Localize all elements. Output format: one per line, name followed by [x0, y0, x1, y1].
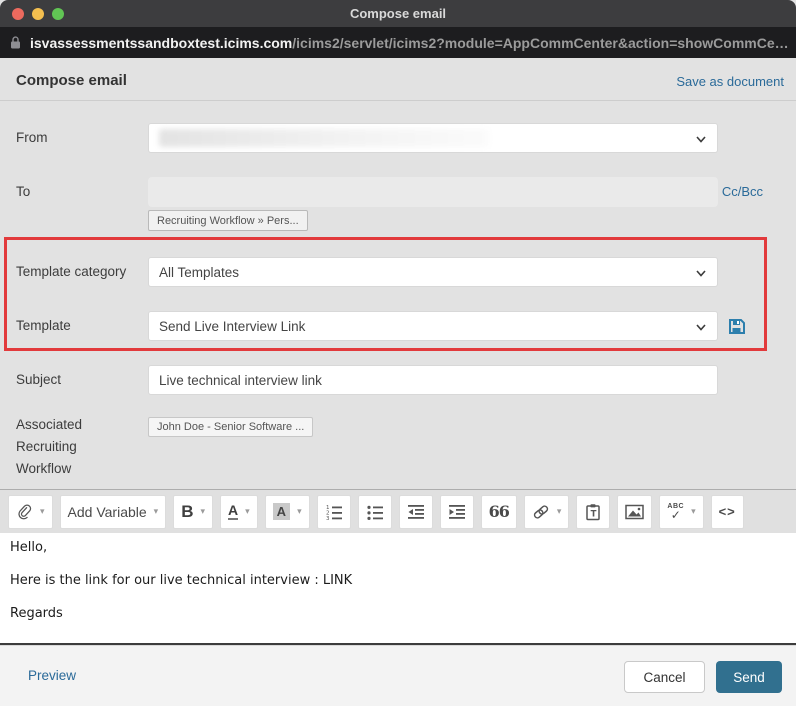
window-titlebar: Compose email: [0, 0, 796, 27]
to-label: To: [16, 184, 31, 199]
insert-image-button[interactable]: [617, 494, 653, 529]
outdent-icon: [407, 504, 424, 519]
dropdown-caret-icon: ▾: [691, 506, 696, 516]
workflow-chip[interactable]: John Doe - Senior Software ...: [148, 417, 314, 437]
bullet-list-icon: [366, 505, 383, 520]
dropdown-caret-icon: ▾: [153, 506, 159, 516]
to-recipient-chip[interactable]: Recruiting Workflow » Pers...: [148, 210, 308, 231]
blockquote-button[interactable]: 66: [480, 494, 517, 529]
subject-label: Subject: [16, 372, 62, 387]
url-path: /icims2/servlet/icims2?module=AppCommCen…: [292, 34, 789, 51]
add-variable-button[interactable]: Add Variable ▾: [59, 494, 167, 529]
workflow-label: Associated Recruiting Workflow: [16, 417, 83, 476]
rte-toolbar: ▾ Add Variable ▾ B ▾ A ▾ A ▾ 1 2 3 66 ▾ …: [0, 489, 796, 533]
paperclip-icon: [18, 503, 32, 519]
dropdown-caret-icon: ▾: [556, 506, 562, 516]
zoom-window-icon[interactable]: [52, 8, 64, 20]
bold-button[interactable]: B ▾: [173, 494, 214, 529]
subject-input[interactable]: [148, 365, 718, 395]
paste-as-text-icon: T: [586, 503, 601, 520]
cancel-button[interactable]: Cancel: [624, 661, 705, 693]
traffic-light-buttons[interactable]: [12, 8, 64, 20]
body-line: Hello,: [10, 540, 48, 555]
preview-link[interactable]: Preview: [28, 668, 76, 683]
template-select[interactable]: Send Live Interview Link: [148, 311, 718, 341]
close-window-icon[interactable]: [12, 8, 24, 20]
body-line: Regards: [10, 606, 63, 621]
template-category-select[interactable]: All Templates: [148, 257, 718, 287]
spellcheck-button[interactable]: ABC ✓ ▾: [659, 494, 704, 529]
body-line: Here is the link for our live technical …: [10, 573, 353, 588]
url-domain: isvassessmentssandboxtest.icims.com: [30, 34, 293, 51]
email-body-editor[interactable]: Hello, Here is the link for our live tec…: [0, 533, 796, 643]
from-select[interactable]: [148, 123, 718, 153]
to-input[interactable]: [148, 177, 718, 207]
chevron-down-icon: [696, 270, 706, 277]
footer-bar: Preview Cancel Send: [0, 645, 796, 706]
dropdown-caret-icon: ▾: [40, 506, 45, 516]
cc-bcc-link[interactable]: Cc/Bcc: [722, 177, 763, 207]
spellcheck-icon: ABC ✓: [667, 502, 685, 522]
template-category-value: All Templates: [159, 264, 240, 280]
dropdown-caret-icon: ▾: [245, 506, 250, 516]
insert-link-button[interactable]: ▾: [523, 494, 570, 529]
outdent-button[interactable]: [398, 494, 433, 529]
link-icon: [533, 504, 549, 519]
source-code-button[interactable]: <>: [710, 494, 744, 529]
from-value-redacted: [159, 129, 489, 147]
font-color-button[interactable]: A ▾: [220, 494, 258, 529]
paste-as-text-button[interactable]: T: [576, 494, 611, 529]
template-category-label: Template category: [16, 264, 127, 279]
svg-text:3: 3: [326, 516, 330, 520]
indent-button[interactable]: [439, 494, 474, 529]
chevron-down-icon: [696, 324, 706, 331]
dropdown-caret-icon: ▾: [200, 506, 206, 516]
url-bar[interactable]: isvassessmentssandboxtest.icims.com/icim…: [0, 27, 796, 58]
chevron-down-icon: [696, 136, 706, 143]
highlight-color-button[interactable]: A ▾: [264, 494, 310, 529]
indent-icon: [448, 504, 465, 519]
code-icon: <>: [718, 504, 736, 519]
page-title: Compose email: [16, 72, 127, 89]
numbered-list-icon: 1 2 3: [326, 505, 342, 520]
numbered-list-button[interactable]: 1 2 3: [316, 494, 351, 529]
image-icon: [625, 504, 645, 519]
template-value: Send Live Interview Link: [159, 318, 306, 334]
send-button[interactable]: Send: [716, 661, 782, 693]
lock-icon: [11, 36, 20, 49]
svg-text:T: T: [591, 509, 597, 519]
attach-file-button[interactable]: ▾: [8, 494, 53, 529]
from-label: From: [16, 130, 48, 145]
minimize-window-icon[interactable]: [32, 8, 44, 20]
window-title: Compose email: [349, 6, 447, 21]
dropdown-caret-icon: ▾: [297, 506, 302, 516]
save-as-document-link[interactable]: Save as document: [676, 74, 784, 89]
template-label: Template: [16, 318, 71, 333]
bullet-list-button[interactable]: [357, 494, 392, 529]
save-template-icon[interactable]: [728, 318, 745, 335]
header-divider: [0, 100, 796, 101]
